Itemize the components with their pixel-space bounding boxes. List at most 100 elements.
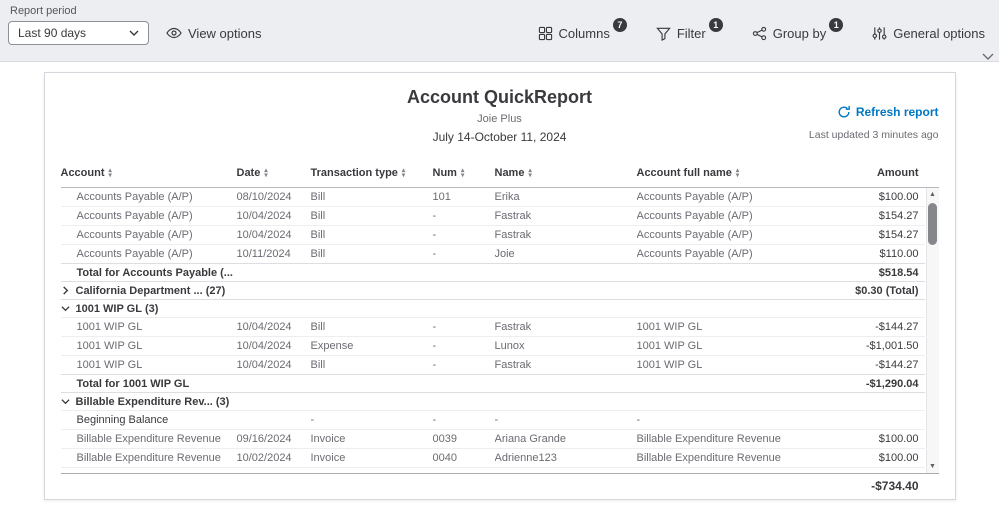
cell-transaction-type: Bill bbox=[311, 210, 433, 222]
cell-account: 1001 WIP GL bbox=[61, 340, 237, 352]
collapse-toolbar-chevron-icon[interactable] bbox=[982, 53, 994, 60]
chevron-right-icon[interactable] bbox=[61, 286, 76, 295]
report-period-dropdown[interactable]: Last 90 days bbox=[8, 21, 149, 45]
sliders-icon bbox=[872, 26, 887, 41]
cell-total-amount: -$1,290.04 bbox=[498, 378, 925, 390]
view-options-label: View options bbox=[188, 26, 261, 41]
cell-account-full-name: 1001 WIP GL bbox=[637, 321, 823, 333]
view-options-button[interactable]: View options bbox=[166, 25, 261, 41]
column-header-name[interactable]: Name▴▾ bbox=[495, 167, 637, 179]
scrollbar-down-arrow-icon[interactable]: ▼ bbox=[927, 460, 939, 473]
toolbar-actions: Columns 7 Filter 1 Group by 1 bbox=[538, 23, 985, 41]
scrollbar-thumb[interactable] bbox=[928, 203, 937, 245]
table-row-data[interactable]: Accounts Payable (A/P)10/04/2024Bill-Fas… bbox=[61, 226, 925, 245]
table-viewport: Accounts Payable (A/P)08/10/2024Bill101E… bbox=[61, 188, 939, 473]
cell-account-full-name: Billable Expenditure Revenue bbox=[637, 433, 823, 445]
table-scrollbar[interactable]: ▲ ▼ bbox=[926, 188, 939, 473]
table-row-data[interactable]: Billable Expenditure Revenue10/02/2024In… bbox=[61, 449, 925, 468]
table-row-group-collapsed[interactable]: California Department ... (27)$0.30 (Tot… bbox=[61, 281, 925, 300]
column-header-transaction-type[interactable]: Transaction type▴▾ bbox=[311, 167, 433, 179]
cell-name: Fastrak bbox=[495, 210, 637, 222]
cell-account: 1001 WIP GL bbox=[61, 321, 237, 333]
table-row-data[interactable]: Billable Expenditure Revenue09/16/2024In… bbox=[61, 430, 925, 449]
column-header-account-full-name[interactable]: Account full name▴▾ bbox=[637, 167, 823, 179]
cell-account: Accounts Payable (A/P) bbox=[61, 191, 237, 203]
general-options-button[interactable]: General options bbox=[872, 23, 985, 41]
refresh-icon bbox=[837, 105, 851, 119]
cell-account: Billable Expenditure Revenue bbox=[61, 433, 237, 445]
table-row-data[interactable]: 1001 WIP GL10/04/2024Expense-Lunox1001 W… bbox=[61, 337, 925, 356]
cell-transaction-type: Expense bbox=[311, 340, 433, 352]
cell-name: Erika bbox=[495, 191, 637, 203]
sort-icon: ▴▾ bbox=[736, 168, 739, 178]
cell-name: Ariana Grande bbox=[495, 433, 637, 445]
sort-icon: ▴▾ bbox=[264, 168, 267, 178]
cell-transaction-type: Bill bbox=[311, 191, 433, 203]
cell-amount[interactable]: $100.00 bbox=[823, 452, 925, 464]
report-toolbar: Report period Last 90 days View options … bbox=[0, 0, 999, 62]
cell-name: Fastrak bbox=[495, 321, 637, 333]
table-row-data[interactable]: Accounts Payable (A/P)08/10/2024Bill101E… bbox=[61, 188, 925, 207]
cell-amount[interactable]: $154.27 bbox=[823, 210, 925, 222]
cell-total-label: Total for Accounts Payable (... bbox=[61, 267, 498, 279]
cell-account-full-name: 1001 WIP GL bbox=[637, 340, 823, 352]
grand-total-value: -$734.40 bbox=[871, 479, 918, 493]
chevron-down-icon bbox=[129, 30, 139, 36]
table-row-data[interactable]: 1001 WIP GL10/04/2024Bill-Fastrak1001 WI… bbox=[61, 318, 925, 337]
cell-account-full-name: 1001 WIP GL bbox=[637, 359, 823, 371]
cell-name: Joie bbox=[495, 248, 637, 260]
cell-group-label: 1001 WIP GL (3) bbox=[61, 303, 490, 315]
cell-amount[interactable]: $154.27 bbox=[823, 229, 925, 241]
cell-transaction-type: Bill bbox=[311, 321, 433, 333]
cell-name: - bbox=[495, 414, 637, 426]
chevron-down-icon[interactable] bbox=[61, 397, 76, 406]
group-by-button[interactable]: Group by 1 bbox=[752, 23, 846, 41]
cell-account: Accounts Payable (A/P) bbox=[61, 248, 237, 260]
column-header-num[interactable]: Num▴▾ bbox=[433, 167, 495, 179]
group-by-badge: 1 bbox=[829, 18, 843, 32]
table-row-data[interactable]: Accounts Payable (A/P)10/11/2024Bill-Joi… bbox=[61, 245, 925, 264]
filter-label: Filter bbox=[677, 26, 706, 41]
refresh-report-link[interactable]: Refresh report bbox=[837, 105, 939, 119]
cell-amount[interactable]: -$144.27 bbox=[823, 321, 925, 333]
table-row-data[interactable]: 1001 WIP GL10/04/2024Bill-Fastrak1001 WI… bbox=[61, 356, 925, 375]
cell-transaction-type: Invoice bbox=[311, 452, 433, 464]
filter-badge: 1 bbox=[709, 18, 723, 32]
cell-group-label: Billable Expenditure Rev... (3) bbox=[61, 396, 490, 408]
table-rows: Accounts Payable (A/P)08/10/2024Bill101E… bbox=[61, 188, 925, 468]
cell-num: 0039 bbox=[433, 433, 495, 445]
cell-amount[interactable]: -$1,001.50 bbox=[823, 340, 925, 352]
table-row-group-expanded[interactable]: Billable Expenditure Rev... (3) bbox=[61, 392, 925, 411]
table-row-group-expanded[interactable]: 1001 WIP GL (3) bbox=[61, 299, 925, 318]
cell-amount[interactable]: $100.00 bbox=[823, 191, 925, 203]
cell-account-full-name: Accounts Payable (A/P) bbox=[637, 191, 823, 203]
chevron-down-icon[interactable] bbox=[61, 304, 76, 313]
cell-account-full-name: Accounts Payable (A/P) bbox=[637, 210, 823, 222]
column-header-account[interactable]: Account▴▾ bbox=[61, 167, 237, 179]
general-options-label: General options bbox=[893, 26, 985, 41]
cell-num: - bbox=[433, 321, 495, 333]
table-row-total: Total for 1001 WIP GL-$1,290.04 bbox=[61, 374, 925, 393]
column-header-amount: Amount bbox=[823, 167, 925, 179]
cell-account: 1001 WIP GL bbox=[61, 359, 237, 371]
filter-icon bbox=[656, 26, 671, 41]
report-period-value: Last 90 days bbox=[18, 26, 86, 40]
scrollbar-up-arrow-icon[interactable]: ▲ bbox=[927, 188, 939, 201]
cell-num: - bbox=[433, 359, 495, 371]
cell-num: 101 bbox=[433, 191, 495, 203]
eye-icon bbox=[166, 25, 182, 41]
cell-amount[interactable]: $110.00 bbox=[823, 248, 925, 260]
column-header-date[interactable]: Date▴▾ bbox=[237, 167, 311, 179]
table-row-data[interactable]: Accounts Payable (A/P)10/04/2024Bill-Fas… bbox=[61, 207, 925, 226]
cell-date: 10/04/2024 bbox=[237, 321, 311, 333]
cell-total-amount: $518.54 bbox=[498, 267, 925, 279]
cell-account-full-name: Accounts Payable (A/P) bbox=[637, 229, 823, 241]
cell-date: 10/04/2024 bbox=[237, 359, 311, 371]
cell-amount[interactable]: $100.00 bbox=[823, 433, 925, 445]
cell-group-label: California Department ... (27) bbox=[61, 285, 490, 297]
filter-button[interactable]: Filter 1 bbox=[656, 23, 726, 41]
cell-amount[interactable]: -$144.27 bbox=[823, 359, 925, 371]
cell-account-full-name: Accounts Payable (A/P) bbox=[637, 248, 823, 260]
columns-button[interactable]: Columns 7 bbox=[538, 23, 630, 41]
cell-date: 10/04/2024 bbox=[237, 229, 311, 241]
